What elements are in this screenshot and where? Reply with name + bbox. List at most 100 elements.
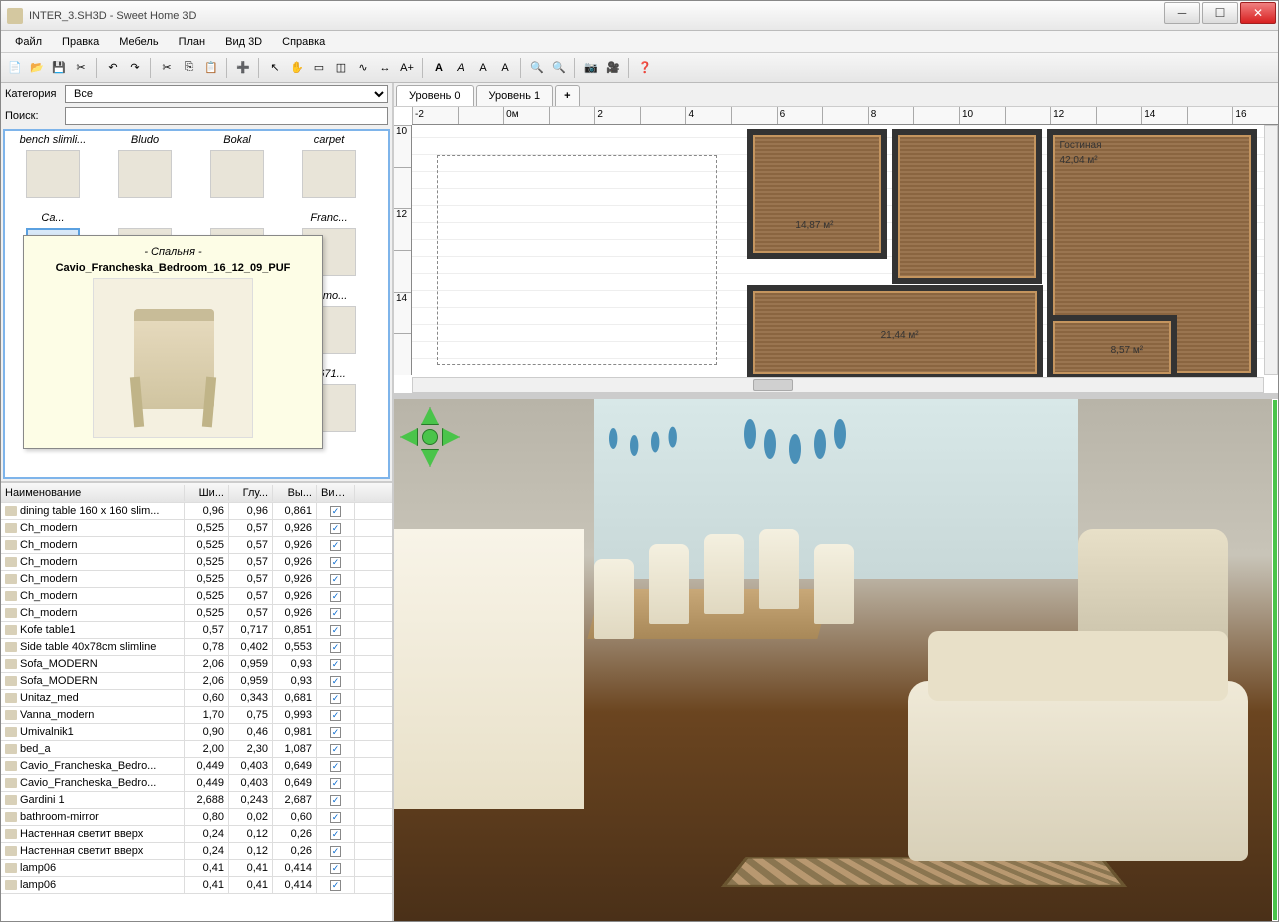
table-row[interactable]: Cavio_Francheska_Bedro...0,4490,4030,649… — [1, 758, 392, 775]
row-visible-checkbox[interactable]: ✓ — [330, 761, 341, 772]
menu-furniture[interactable]: Мебель — [109, 33, 168, 51]
col-name[interactable]: Наименование — [1, 485, 185, 501]
table-row[interactable]: Ch_modern0,5250,570,926✓ — [1, 554, 392, 571]
table-row[interactable]: Cavio_Francheska_Bedro...0,4490,4030,649… — [1, 775, 392, 792]
catalog-item[interactable]: bench slimli... — [8, 134, 98, 210]
italic-icon[interactable]: A — [451, 58, 471, 78]
menu-help[interactable]: Справка — [272, 33, 335, 51]
row-visible-checkbox[interactable]: ✓ — [330, 710, 341, 721]
menu-edit[interactable]: Правка — [52, 33, 109, 51]
3d-nav-compass[interactable] — [400, 407, 460, 467]
table-row[interactable]: bed_a2,002,301,087✓ — [1, 741, 392, 758]
row-visible-checkbox[interactable]: ✓ — [330, 676, 341, 687]
size-dn-icon[interactable]: A — [495, 58, 515, 78]
tab-level1[interactable]: Уровень 1 — [476, 85, 554, 106]
menu-plan[interactable]: План — [169, 33, 216, 51]
table-row[interactable]: Ch_modern0,5250,570,926✓ — [1, 571, 392, 588]
table-row[interactable]: Sofa_MODERN2,060,9590,93✓ — [1, 656, 392, 673]
dimension-icon[interactable]: ↔ — [375, 58, 395, 78]
room-kitchen[interactable] — [892, 129, 1042, 284]
prefs-icon[interactable]: ✂ — [71, 58, 91, 78]
select-icon[interactable]: ↖ — [265, 58, 285, 78]
menu-file[interactable]: Файл — [5, 33, 52, 51]
room-dining[interactable] — [747, 129, 887, 259]
3d-scrollbar[interactable] — [1272, 399, 1278, 921]
bold-icon[interactable]: A — [429, 58, 449, 78]
furniture-table[interactable]: Наименование Ши... Глу... Вы... Види... … — [1, 481, 392, 921]
table-row[interactable]: lamp060,410,410,414✓ — [1, 860, 392, 877]
row-visible-checkbox[interactable]: ✓ — [330, 540, 341, 551]
table-row[interactable]: Ch_modern0,5250,570,926✓ — [1, 537, 392, 554]
open-icon[interactable]: 📂 — [27, 58, 47, 78]
minimize-button[interactable]: ─ — [1164, 2, 1200, 24]
size-up-icon[interactable]: A — [473, 58, 493, 78]
zoom-in-icon[interactable]: 🔍 — [527, 58, 547, 78]
help-icon[interactable]: ❓ — [635, 58, 655, 78]
nav-left-icon[interactable] — [400, 428, 418, 446]
table-row[interactable]: lamp060,410,410,414✓ — [1, 877, 392, 894]
table-header[interactable]: Наименование Ши... Глу... Вы... Види... — [1, 483, 392, 503]
table-row[interactable]: Ch_modern0,5250,570,926✓ — [1, 520, 392, 537]
table-row[interactable]: bathroom-mirror0,800,020,60✓ — [1, 809, 392, 826]
tab-level0[interactable]: Уровень 0 — [396, 85, 474, 106]
category-select[interactable]: Все — [65, 85, 388, 103]
save-icon[interactable]: 💾 — [49, 58, 69, 78]
maximize-button[interactable]: ☐ — [1202, 2, 1238, 24]
catalog-item[interactable]: Bludo — [100, 134, 190, 210]
table-row[interactable]: Umivalnik10,900,460,981✓ — [1, 724, 392, 741]
row-visible-checkbox[interactable]: ✓ — [330, 863, 341, 874]
row-visible-checkbox[interactable]: ✓ — [330, 778, 341, 789]
row-visible-checkbox[interactable]: ✓ — [330, 574, 341, 585]
nav-down-icon[interactable] — [421, 449, 439, 467]
col-visible[interactable]: Види... — [317, 485, 355, 501]
undo-icon[interactable]: ↶ — [103, 58, 123, 78]
plan-canvas[interactable]: 14,87 м²21,44 м²8,57 м²Гостиная42,04 м² — [412, 125, 1264, 375]
catalog-item[interactable]: Bokal — [192, 134, 282, 210]
room-icon[interactable]: ◫ — [331, 58, 351, 78]
row-visible-checkbox[interactable]: ✓ — [330, 829, 341, 840]
row-visible-checkbox[interactable]: ✓ — [330, 880, 341, 891]
furniture-catalog[interactable]: bench slimli...BludoBokalcarpetCa...Fran… — [3, 129, 390, 479]
cut-icon[interactable]: ✂ — [157, 58, 177, 78]
plan-scroll-horizontal[interactable] — [412, 377, 1264, 393]
row-visible-checkbox[interactable]: ✓ — [330, 506, 341, 517]
row-visible-checkbox[interactable]: ✓ — [330, 557, 341, 568]
redo-icon[interactable]: ↷ — [125, 58, 145, 78]
video-icon[interactable]: 🎥 — [603, 58, 623, 78]
table-row[interactable]: Unitaz_med0,600,3430,681✓ — [1, 690, 392, 707]
col-width[interactable]: Ши... — [185, 485, 229, 501]
table-row[interactable]: Ch_modern0,5250,570,926✓ — [1, 588, 392, 605]
row-visible-checkbox[interactable]: ✓ — [330, 625, 341, 636]
tab-add[interactable]: + — [555, 85, 579, 106]
row-visible-checkbox[interactable]: ✓ — [330, 642, 341, 653]
table-row[interactable]: Vanna_modern1,700,750,993✓ — [1, 707, 392, 724]
close-button[interactable]: ✕ — [1240, 2, 1276, 24]
table-row[interactable]: Sofa_MODERN2,060,9590,93✓ — [1, 673, 392, 690]
view-3d[interactable] — [394, 397, 1278, 921]
row-visible-checkbox[interactable]: ✓ — [330, 591, 341, 602]
new-icon[interactable]: 📄 — [5, 58, 25, 78]
menu-3dview[interactable]: Вид 3D — [215, 33, 272, 51]
plan-view[interactable]: -20м246810121416 101214 14,87 м²21,44 м²… — [394, 107, 1278, 397]
titlebar[interactable]: INTER_3.SH3D - Sweet Home 3D ─ ☐ ✕ — [1, 1, 1278, 31]
row-visible-checkbox[interactable]: ✓ — [330, 812, 341, 823]
table-row[interactable]: Side table 40x78cm slimline0,780,4020,55… — [1, 639, 392, 656]
row-visible-checkbox[interactable]: ✓ — [330, 659, 341, 670]
paste-icon[interactable]: 📋 — [201, 58, 221, 78]
catalog-item[interactable]: carpet — [284, 134, 374, 210]
pan-icon[interactable]: ✋ — [287, 58, 307, 78]
table-row[interactable]: Gardini 12,6880,2432,687✓ — [1, 792, 392, 809]
row-visible-checkbox[interactable]: ✓ — [330, 846, 341, 857]
table-row[interactable]: Kofe table10,570,7170,851✓ — [1, 622, 392, 639]
table-row[interactable]: Ch_modern0,5250,570,926✓ — [1, 605, 392, 622]
nav-right-icon[interactable] — [442, 428, 460, 446]
plan-scroll-vertical[interactable] — [1264, 125, 1278, 375]
table-row[interactable]: Настенная светит вверх0,240,120,26✓ — [1, 826, 392, 843]
table-row[interactable]: Настенная светит вверх0,240,120,26✓ — [1, 843, 392, 860]
add-furniture-icon[interactable]: ➕ — [233, 58, 253, 78]
row-visible-checkbox[interactable]: ✓ — [330, 795, 341, 806]
nav-up-icon[interactable] — [421, 407, 439, 425]
row-visible-checkbox[interactable]: ✓ — [330, 608, 341, 619]
row-visible-checkbox[interactable]: ✓ — [330, 693, 341, 704]
photo-icon[interactable]: 📷 — [581, 58, 601, 78]
